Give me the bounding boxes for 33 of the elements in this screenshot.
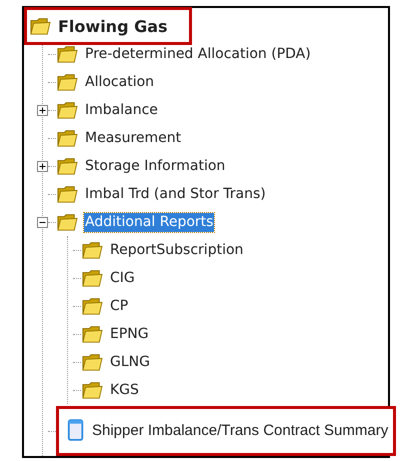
expand-toggle[interactable]: [37, 104, 48, 116]
folder-icon: [81, 324, 103, 344]
folder-icon: [81, 240, 103, 260]
folder-icon: [56, 128, 78, 148]
tree-item-label[interactable]: CP: [109, 296, 130, 316]
folder-icon: [81, 352, 103, 372]
folder-icon: [56, 156, 78, 176]
tree-item-label[interactable]: KGS: [109, 380, 140, 400]
folder-icon: [56, 44, 78, 64]
tree-item-label[interactable]: Flowing Gas: [57, 16, 169, 36]
folder-icon: [56, 100, 78, 120]
tree-item-label[interactable]: Storage Information: [84, 156, 226, 176]
tree-item-label[interactable]: Additional Reports: [84, 212, 214, 232]
tree-item-label[interactable]: EPNG: [109, 324, 150, 344]
tree-item-label[interactable]: Imbal Trd (and Stor Trans): [84, 184, 267, 204]
folder-icon: [81, 380, 103, 400]
tree-item-label[interactable]: Imbalance: [84, 100, 159, 120]
tree-item-label[interactable]: Measurement: [84, 128, 182, 148]
collapse-toggle[interactable]: [37, 216, 48, 228]
tree-item-label[interactable]: CIG: [109, 268, 136, 288]
expand-toggle[interactable]: [37, 160, 48, 172]
folder-icon: [56, 72, 78, 92]
folder-icon: [56, 184, 78, 204]
tree-item-label[interactable]: Pre-determined Allocation (PDA): [84, 44, 312, 64]
folder-icon: [81, 268, 103, 288]
document-icon: [67, 418, 85, 442]
folder-icon: [29, 16, 51, 36]
tree-item-label[interactable]: Allocation: [84, 72, 156, 92]
tree-item-label[interactable]: GLNG: [109, 352, 151, 372]
tree-item-label[interactable]: Shipper Imbalance/Trans Contract Summary: [91, 420, 390, 440]
folder-icon: [56, 212, 78, 232]
folder-icon: [81, 296, 103, 316]
tree-item-label[interactable]: ReportSubscription: [109, 240, 244, 260]
